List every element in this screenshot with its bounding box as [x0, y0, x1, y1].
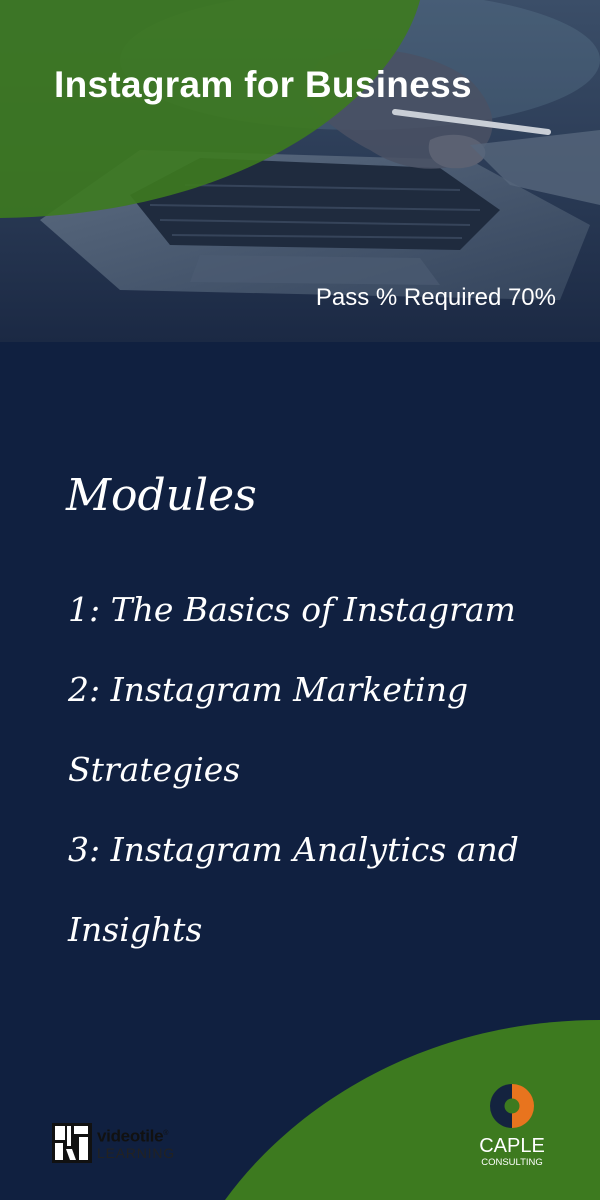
caple-circle-icon — [490, 1084, 534, 1128]
caple-subtitle: CONSULTING — [481, 1157, 543, 1168]
videotile-trademark: ® — [163, 1130, 169, 1138]
hero-banner: Instagram for Business Pass % Required 7… — [0, 0, 600, 342]
caple-consulting-logo: CAPLE CONSULTING — [474, 1082, 550, 1168]
videotile-wordmark: videotile — [97, 1126, 164, 1146]
module-item-3: 3: Instagram Analytics and Insights — [68, 830, 519, 949]
course-title: Instagram for Business — [54, 64, 472, 105]
videotile-icon — [52, 1123, 92, 1163]
videotile-learning-logo: videotile® LEARNING — [52, 1123, 175, 1163]
pass-requirement: Pass % Required 70% — [315, 284, 556, 311]
course-card: Instagram for Business Pass % Required 7… — [0, 0, 600, 1200]
module-list: 1: The Basics of Instagram 2: Instagram … — [68, 570, 578, 970]
module-item-1: 1: The Basics of Instagram — [68, 590, 516, 629]
module-item-2: 2: Instagram Marketing Strategies — [68, 670, 469, 789]
caple-name: CAPLE — [479, 1135, 545, 1157]
modules-heading: Modules — [66, 470, 257, 521]
videotile-learning-text: LEARNING — [97, 1144, 175, 1161]
